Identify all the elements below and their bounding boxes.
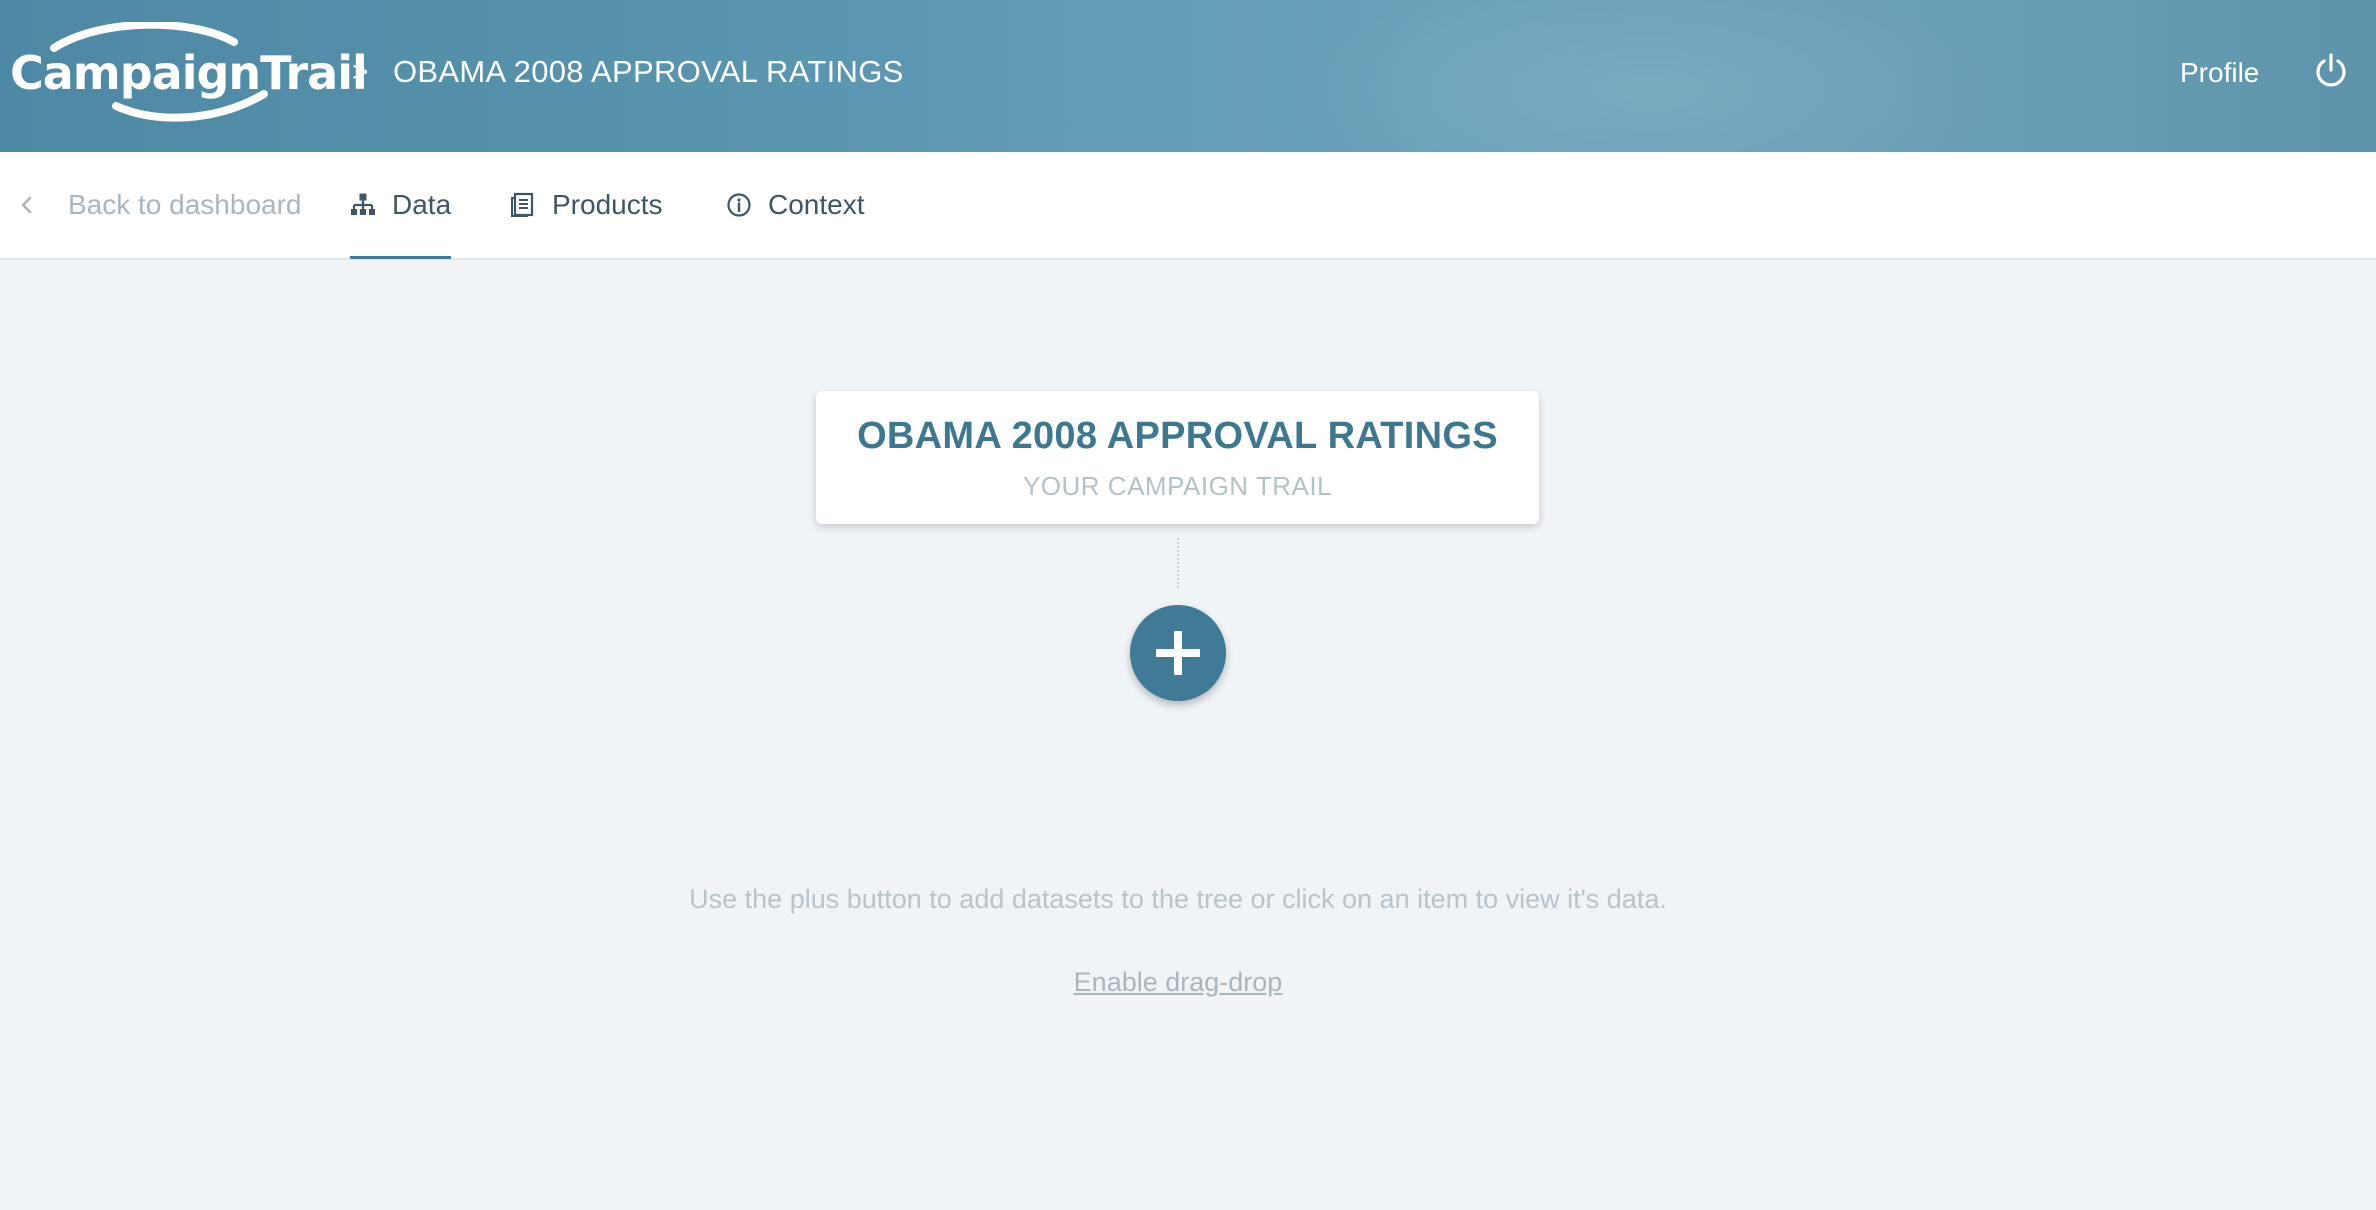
chevron-left-icon: [18, 194, 36, 216]
logo-text: CampaignTrail: [10, 46, 368, 100]
tab-data[interactable]: Data: [350, 152, 452, 259]
tab-context[interactable]: Context: [726, 152, 865, 258]
tab-context-label: Context: [768, 189, 865, 220]
tab-data-label: Data: [392, 189, 452, 220]
campaigntrail-logo[interactable]: CampaignTrail: [6, 22, 368, 122]
profile-link[interactable]: Profile: [2180, 57, 2259, 89]
tree-root-card[interactable]: OBAMA 2008 APPROVAL RATINGS YOUR CAMPAIG…: [816, 391, 1539, 524]
header-background-glow: [1300, 0, 2000, 152]
breadcrumb-separator: >: [352, 56, 369, 87]
enable-drag-drop-link[interactable]: Enable drag-drop: [1074, 967, 1283, 997]
plus-icon: [1156, 631, 1200, 675]
breadcrumb-project-title: OBAMA 2008 APPROVAL RATINGS: [393, 54, 904, 89]
info-icon: [726, 192, 752, 218]
top-header: CampaignTrail > OBAMA 2008 APPROVAL RATI…: [0, 0, 2376, 152]
add-dataset-button[interactable]: [1130, 605, 1226, 701]
tab-bar: Back to dashboard Data Products Context: [0, 152, 2376, 260]
drag-drop-container: Enable drag-drop: [0, 967, 2356, 998]
document-icon: [510, 192, 536, 218]
tab-products[interactable]: Products: [510, 152, 663, 258]
tree-root-title: OBAMA 2008 APPROVAL RATINGS: [857, 415, 1498, 457]
sitemap-icon: [350, 192, 376, 218]
back-to-dashboard-link[interactable]: Back to dashboard: [18, 152, 302, 258]
power-icon[interactable]: [2312, 52, 2350, 90]
back-label: Back to dashboard: [68, 189, 302, 220]
empty-state-hint: Use the plus button to add datasets to t…: [689, 884, 1667, 914]
tree-connector-line: [1177, 538, 1179, 588]
tab-products-label: Products: [552, 189, 663, 220]
tree-root-subtitle: YOUR CAMPAIGN TRAIL: [1022, 471, 1333, 501]
